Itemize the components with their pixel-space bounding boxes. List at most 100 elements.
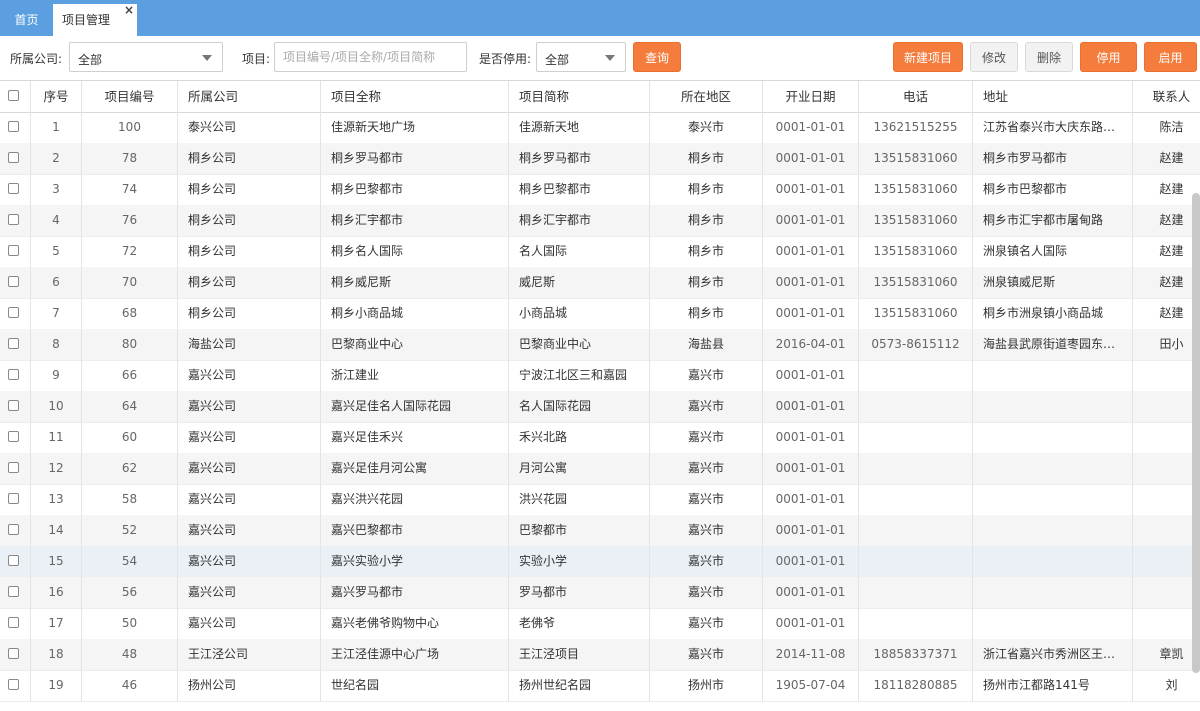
row-checkbox[interactable] <box>8 524 19 535</box>
table-cell: 海盐县武原街道枣园东路... <box>973 329 1133 360</box>
table-row[interactable]: 9 66 嘉兴公司 浙江建业 宁波江北区三和嘉园 嘉兴市 0001-01-01 <box>0 360 1200 392</box>
row-checkbox[interactable] <box>8 555 19 566</box>
row-checkbox[interactable] <box>8 648 19 659</box>
row-checkbox[interactable] <box>8 307 19 318</box>
table-cell: 桐乡市 <box>650 267 763 298</box>
table-cell: 0001-01-01 <box>763 515 859 546</box>
edit-button[interactable]: 修改 <box>970 42 1018 72</box>
row-checkbox-cell <box>0 577 31 608</box>
row-checkbox-cell <box>0 236 31 267</box>
row-checkbox[interactable] <box>8 493 19 504</box>
row-checkbox[interactable] <box>8 617 19 628</box>
company-select[interactable]: 全部 <box>69 42 223 72</box>
row-checkbox[interactable] <box>8 431 19 442</box>
row-checkbox[interactable] <box>8 183 19 194</box>
row-checkbox[interactable] <box>8 121 19 132</box>
new-project-button[interactable]: 新建项目 <box>893 42 963 72</box>
header-cell[interactable]: 序号 <box>31 81 82 112</box>
table-row[interactable]: 1 100 泰兴公司 佳源新天地广场 佳源新天地 泰兴市 0001-01-01 1362151… <box>0 112 1200 144</box>
table-cell: 桐乡巴黎都市 <box>321 174 509 205</box>
close-icon[interactable]: × <box>124 0 134 26</box>
row-checkbox[interactable] <box>8 369 19 380</box>
table-row[interactable]: 11 60 嘉兴公司 嘉兴足佳禾兴 禾兴北路 嘉兴市 0001-01-01 <box>0 422 1200 454</box>
table-cell <box>973 453 1133 484</box>
row-checkbox[interactable] <box>8 400 19 411</box>
header-cell[interactable]: 项目编号 <box>82 81 178 112</box>
row-checkbox[interactable] <box>8 152 19 163</box>
table-row[interactable]: 3 74 桐乡公司 桐乡巴黎都市 桐乡巴黎都市 桐乡市 0001-01-01 13515831… <box>0 174 1200 206</box>
table-row[interactable]: 4 76 桐乡公司 桐乡汇宇都市 桐乡汇宇都市 桐乡市 0001-01-01 13515831… <box>0 205 1200 237</box>
tab-project-management[interactable]: 项目管理 × <box>53 3 137 36</box>
disabled-select[interactable]: 全部 <box>536 42 626 72</box>
table-row[interactable]: 2 78 桐乡公司 桐乡罗马都市 桐乡罗马都市 桐乡市 0001-01-01 13515831… <box>0 143 1200 175</box>
table-cell <box>859 453 973 484</box>
project-search-input[interactable] <box>274 42 467 72</box>
table-cell: 13515831060 <box>859 236 973 267</box>
tab-bar: 首页 项目管理 × <box>0 0 1200 36</box>
table-cell: 10 <box>31 391 82 422</box>
row-checkbox[interactable] <box>8 338 19 349</box>
row-checkbox[interactable] <box>8 462 19 473</box>
table-cell: 13515831060 <box>859 267 973 298</box>
table-cell: 2 <box>31 143 82 174</box>
table-row[interactable]: 15 54 嘉兴公司 嘉兴实验小学 实验小学 嘉兴市 0001-01-01 <box>0 546 1200 578</box>
row-checkbox[interactable] <box>8 245 19 256</box>
table-row[interactable]: 12 62 嘉兴公司 嘉兴足佳月河公寓 月河公寓 嘉兴市 0001-01-01 <box>0 453 1200 485</box>
table-cell: 老佛爷 <box>509 608 650 639</box>
table-cell: 赵建 <box>1159 151 1184 165</box>
table-row[interactable]: 19 46 扬州公司 世纪名园 扬州世纪名园 扬州市 1905-07-04 181182808… <box>0 670 1200 702</box>
project-table: 序号 项目编号 所属公司 项目全称 项目简称 所在地区 开业日期 电话 地址 联… <box>0 81 1200 711</box>
header-cell[interactable]: 所属公司 <box>178 81 321 112</box>
table-row[interactable]: 10 64 嘉兴公司 嘉兴足佳名人国际花园 名人国际花园 嘉兴市 0001-01-01 <box>0 391 1200 423</box>
table-cell: 78 <box>82 143 178 174</box>
header-cell[interactable]: 联系人 <box>1133 81 1200 112</box>
header-cell[interactable]: 所在地区 <box>650 81 763 112</box>
table-cell: 0573-8615112 <box>859 329 973 360</box>
table-row[interactable]: 6 70 桐乡公司 桐乡威尼斯 威尼斯 桐乡市 0001-01-01 13515831060 洲… <box>0 267 1200 299</box>
vertical-scrollbar[interactable] <box>1192 193 1200 673</box>
table-cell <box>1133 391 1200 422</box>
header-cell[interactable]: 项目简称 <box>509 81 650 112</box>
row-checkbox[interactable] <box>8 586 19 597</box>
table-cell <box>973 608 1133 639</box>
header-cell[interactable]: 地址 <box>973 81 1133 112</box>
table-row[interactable]: 5 72 桐乡公司 桐乡名人国际 名人国际 桐乡市 0001-01-01 1351583106… <box>0 236 1200 268</box>
enable-button[interactable]: 启用 <box>1144 42 1197 72</box>
table-cell <box>859 608 973 639</box>
table-row[interactable]: 16 56 嘉兴公司 嘉兴罗马都市 罗马都市 嘉兴市 0001-01-01 <box>0 577 1200 609</box>
search-button[interactable]: 查询 <box>633 42 681 72</box>
table-cell: 罗马都市 <box>509 577 650 608</box>
table-cell: 嘉兴市 <box>650 515 763 546</box>
table-row[interactable]: 13 58 嘉兴公司 嘉兴洪兴花园 洪兴花园 嘉兴市 0001-01-01 <box>0 484 1200 516</box>
table-cell: 18 <box>31 639 82 670</box>
disable-button[interactable]: 停用 <box>1080 42 1137 72</box>
table-row[interactable]: 18 48 王江泾公司 王江泾佳源中心广场 王江泾项目 嘉兴市 2014-11-08 1885… <box>0 639 1200 671</box>
table-cell <box>859 577 973 608</box>
tab-home[interactable]: 首页 <box>0 4 53 36</box>
row-checkbox-cell <box>0 391 31 422</box>
header-cell[interactable]: 开业日期 <box>763 81 859 112</box>
select-all-checkbox[interactable] <box>8 90 19 101</box>
table-row[interactable]: 8 80 海盐公司 巴黎商业中心 巴黎商业中心 海盐县 2016-04-01 0573-861… <box>0 329 1200 361</box>
row-checkbox-cell <box>0 639 31 670</box>
row-checkbox-cell <box>0 608 31 639</box>
row-checkbox-cell <box>0 205 31 236</box>
table-cell: 赵建 <box>1159 306 1184 320</box>
table-row[interactable]: 14 52 嘉兴公司 嘉兴巴黎都市 巴黎都市 嘉兴市 0001-01-01 <box>0 515 1200 547</box>
header-cell[interactable]: 项目全称 <box>321 81 509 112</box>
table-row[interactable]: 17 50 嘉兴公司 嘉兴老佛爷购物中心 老佛爷 嘉兴市 0001-01-01 <box>0 608 1200 640</box>
delete-button[interactable]: 删除 <box>1025 42 1073 72</box>
row-checkbox[interactable] <box>8 679 19 690</box>
row-checkbox-cell <box>0 329 31 360</box>
header-cell[interactable]: 电话 <box>859 81 973 112</box>
table-row[interactable]: 7 68 桐乡公司 桐乡小商品城 小商品城 桐乡市 0001-01-01 1351583106… <box>0 298 1200 330</box>
table-cell <box>973 546 1133 577</box>
table-cell: 扬州市 <box>650 670 763 701</box>
table-cell: 6 <box>31 267 82 298</box>
table-cell: 15 <box>31 546 82 577</box>
row-checkbox[interactable] <box>8 214 19 225</box>
table-cell: 64 <box>82 391 178 422</box>
table-cell: 陈洁 <box>1159 120 1184 134</box>
row-checkbox[interactable] <box>8 276 19 287</box>
table-cell: 3 <box>31 174 82 205</box>
